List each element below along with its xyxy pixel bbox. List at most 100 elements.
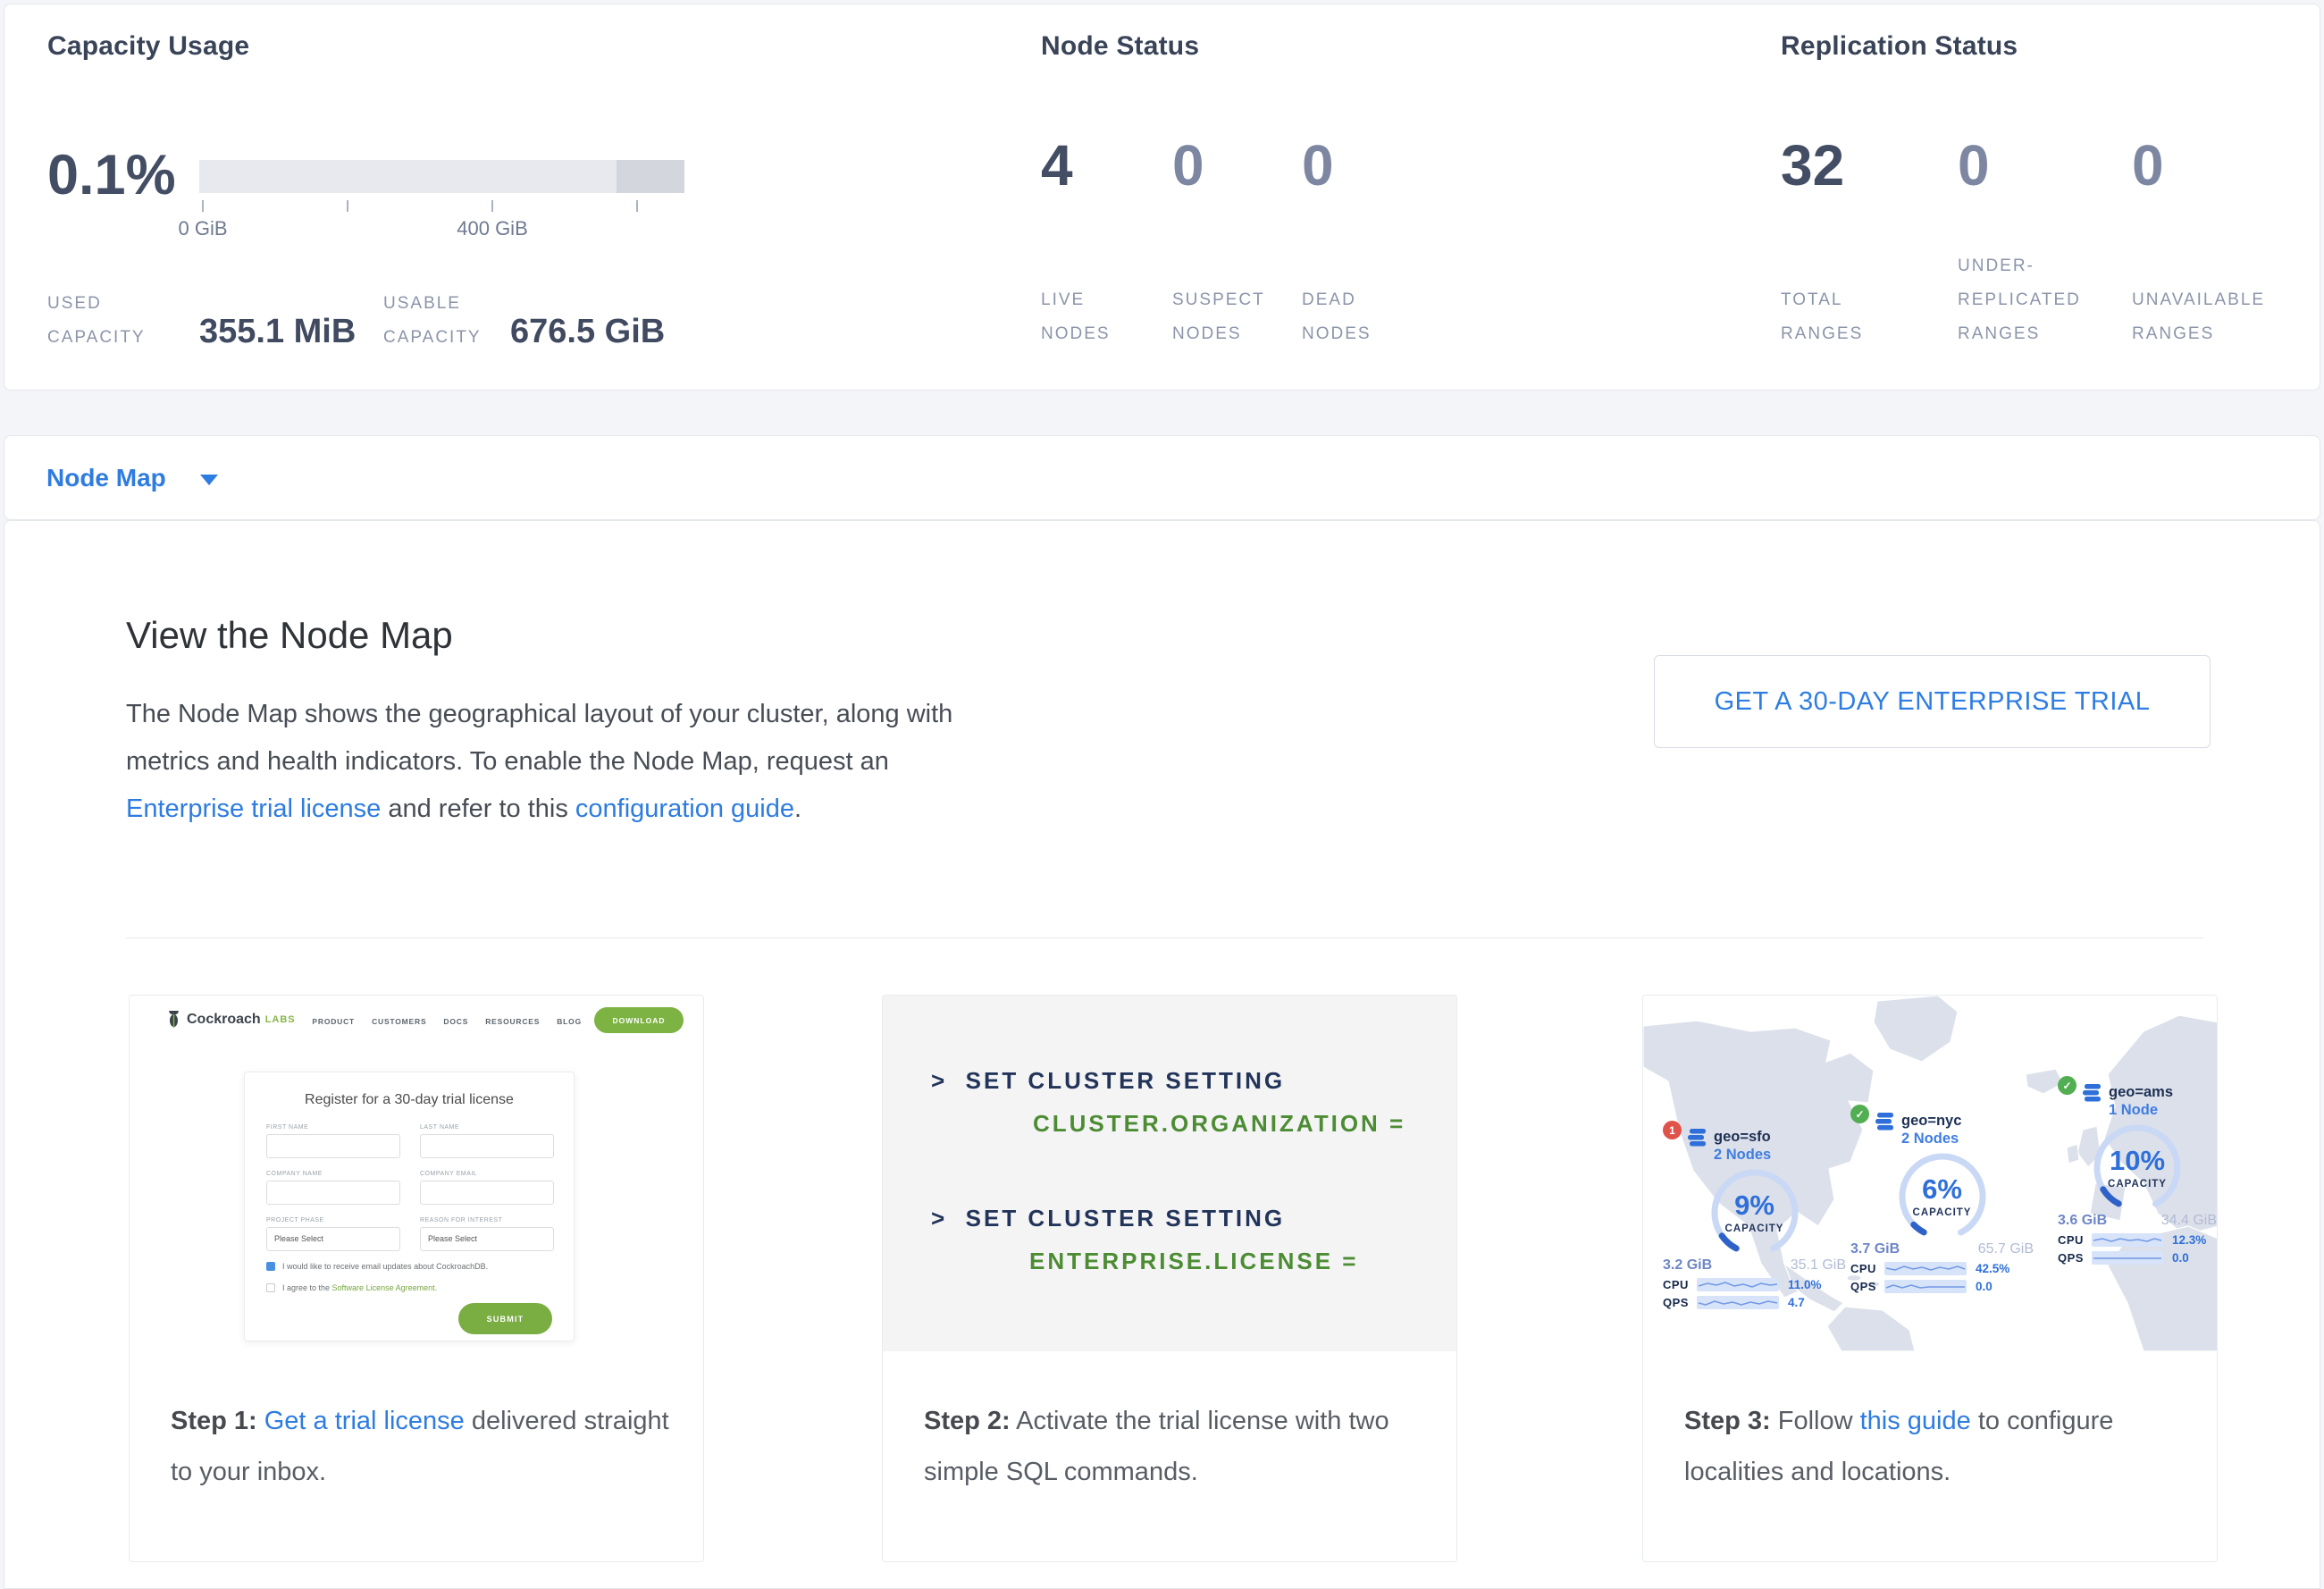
capacity-label: CAPACITY: [2091, 1179, 2184, 1190]
this-guide-link[interactable]: this guide: [1860, 1407, 1971, 1435]
used-capacity-value: 355.1 MiB: [199, 307, 356, 357]
mini-site-logo-suffix: LABS: [265, 1014, 296, 1025]
used-capacity-label: USED CAPACITY: [47, 283, 156, 355]
mini-site-nav-item: BLOG: [557, 1017, 582, 1026]
locality-node-count: 2 Nodes: [1901, 1130, 1961, 1148]
cpu-sparkline: [1697, 1278, 1779, 1291]
form-field: LAST NAME: [420, 1124, 554, 1158]
intro-text: The Node Map shows the geographical layo…: [126, 700, 952, 776]
total-capacity: 34.4 GiB: [2161, 1213, 2217, 1229]
mini-site-submit-button: SUBMIT: [458, 1303, 552, 1334]
checkbox-unchecked-icon: [266, 1283, 275, 1292]
axis-tick-label: 0 GiB: [178, 217, 227, 240]
locality-node-count: 1 Node: [2109, 1101, 2173, 1120]
text-input: [266, 1181, 400, 1205]
axis-tick: [347, 200, 348, 212]
text-input: [266, 1134, 400, 1158]
sql-command: SET CLUSTER SETTING: [966, 1205, 1285, 1232]
cpu-sparkline: [1884, 1262, 1967, 1275]
unavailable-ranges-label: UNAVAILABLE RANGES: [2132, 237, 2269, 351]
step-number: Step 1:: [171, 1407, 257, 1435]
map-node-nyc: ✓ geo=nyc 2 Nodes: [1850, 1112, 2034, 1293]
mini-site-nav-item: DOCS: [443, 1017, 468, 1026]
axis-tick: [202, 200, 204, 212]
step1-card: Cockroach LABS PRODUCT CUSTOMERS DOCS RE…: [129, 995, 704, 1562]
form-field: COMPANY NAME: [266, 1171, 400, 1205]
capacity-bar: [199, 160, 684, 193]
sql-prompt: >: [931, 1067, 947, 1094]
get-trial-license-link[interactable]: Get a trial license: [264, 1407, 465, 1435]
text-input: [420, 1181, 554, 1205]
chevron-down-icon: [200, 475, 218, 485]
capacity-label: CAPACITY: [1708, 1223, 1801, 1234]
database-stack-icon: [1875, 1112, 1896, 1131]
locality-node-count: 2 Nodes: [1714, 1146, 1771, 1164]
cpu-sparkline: [2092, 1233, 2163, 1247]
mini-site-nav-item: PRODUCT: [312, 1017, 355, 1026]
mini-site-nav: PRODUCT CUSTOMERS DOCS RESOURCES BLOG: [312, 1017, 582, 1026]
node-map-view-selector[interactable]: Node Map: [4, 435, 2320, 520]
replication-status-title: Replication Status: [1781, 31, 2018, 62]
section-divider: [126, 937, 2203, 938]
form-field: PROJECT PHASE Please Select: [266, 1217, 400, 1251]
qps-label: QPS: [1850, 1280, 1884, 1293]
qps-value: 0.0: [1976, 1280, 1993, 1293]
qps-value: 0.0: [2172, 1251, 2189, 1265]
intro-text: .: [794, 794, 801, 823]
trial-license-site-screenshot: Cockroach LABS PRODUCT CUSTOMERS DOCS RE…: [130, 996, 703, 1351]
used-capacity: 3.7 GiB: [1850, 1241, 1900, 1257]
checkbox-label: I agree to the Software License Agreemen…: [282, 1283, 437, 1292]
cpu-value: 11.0%: [1788, 1278, 1822, 1291]
cockroach-labs-logo: Cockroach LABS: [167, 1010, 296, 1030]
usable-capacity-value: 676.5 GiB: [510, 307, 665, 357]
qps-label: QPS: [2058, 1251, 2092, 1265]
total-ranges-label: TOTAL RANGES: [1781, 237, 1918, 351]
caption-text: [257, 1407, 264, 1435]
qps-value: 4.7: [1788, 1296, 1805, 1309]
sql-prompt: >: [931, 1205, 947, 1232]
step1-caption: Step 1: Get a trial license delivered st…: [130, 1351, 703, 1498]
unavailable-ranges-count: 0: [2132, 122, 2164, 208]
field-label: COMPANY EMAIL: [420, 1171, 554, 1177]
configuration-guide-link[interactable]: configuration guide: [575, 794, 794, 823]
dead-nodes-label: DEAD NODES: [1302, 237, 1402, 351]
sql-setting: CLUSTER.ORGANIZATION =: [1033, 1110, 1405, 1138]
field-label: REASON FOR INTEREST: [420, 1217, 554, 1223]
field-label: LAST NAME: [420, 1124, 554, 1131]
total-ranges-count: 32: [1781, 122, 1844, 208]
step3-caption: Step 3: Follow this guide to configure l…: [1643, 1351, 2217, 1498]
email-updates-checkbox-row: I would like to receive email updates ab…: [266, 1262, 488, 1271]
locality-name: geo=ams: [2109, 1083, 2173, 1101]
axis-tick: [491, 200, 493, 212]
capacity-label: CAPACITY: [1896, 1207, 1989, 1218]
select-input: Please Select: [420, 1227, 554, 1251]
cpu-value: 12.3%: [2172, 1233, 2206, 1247]
locality-name: geo=sfo: [1714, 1128, 1771, 1146]
error-badge-icon: 1: [1663, 1121, 1682, 1139]
qps-sparkline: [1697, 1296, 1779, 1309]
license-agreement-checkbox-row: I agree to the Software License Agreemen…: [266, 1283, 437, 1292]
capacity-gauge: 6% CAPACITY: [1896, 1150, 1989, 1240]
healthy-badge-icon: ✓: [1850, 1105, 1869, 1123]
form-field: COMPANY EMAIL: [420, 1171, 554, 1205]
suspect-nodes-label: SUSPECT NODES: [1172, 237, 1272, 351]
sql-command: SET CLUSTER SETTING: [966, 1067, 1285, 1094]
capacity-bar-reserved-segment: [617, 160, 684, 193]
capacity-gauge: 9% CAPACITY: [1708, 1166, 1801, 1256]
suspect-nodes-count: 0: [1172, 122, 1204, 208]
cpu-label: CPU: [2058, 1233, 2092, 1247]
capacity-percent: 10%: [2091, 1145, 2184, 1177]
step3-card: 1 geo=sfo 2 Nodes: [1642, 995, 2218, 1562]
sql-setting: ENTERPRISE.LICENSE =: [1029, 1248, 1358, 1275]
software-license-agreement-link: Software License Agreement.: [332, 1283, 438, 1292]
enterprise-trial-license-link[interactable]: Enterprise trial license: [126, 794, 381, 823]
get-enterprise-trial-button[interactable]: GET A 30-DAY ENTERPRISE TRIAL: [1654, 655, 2211, 748]
page-title: View the Node Map: [126, 614, 453, 657]
step-number: Step 2:: [924, 1407, 1011, 1435]
text-input: [420, 1134, 554, 1158]
cpu-value: 42.5%: [1976, 1262, 2009, 1275]
node-status-title: Node Status: [1041, 31, 1199, 62]
qps-label: QPS: [1663, 1296, 1697, 1309]
cpu-label: CPU: [1663, 1278, 1697, 1291]
sql-commands-illustration: > SET CLUSTER SETTING CLUSTER.ORGANIZATI…: [883, 996, 1456, 1351]
